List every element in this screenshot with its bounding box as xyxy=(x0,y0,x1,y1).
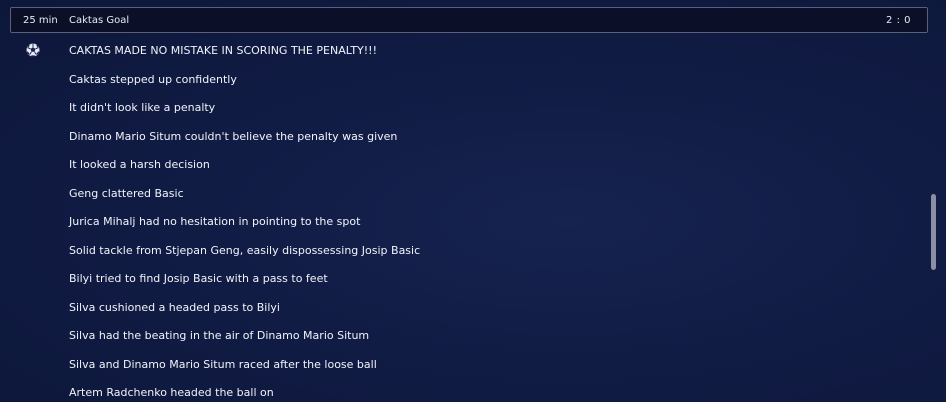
commentary-line: Geng clattered Basic xyxy=(69,186,184,200)
match-commentary-panel: 25 min Caktas Goal 2 : 0 CAKTAS MADE NO … xyxy=(0,0,946,402)
event-minute: 25 min xyxy=(23,15,58,26)
goal-event-header[interactable]: 25 min Caktas Goal 2 : 0 xyxy=(10,7,928,33)
commentary-line: CAKTAS MADE NO MISTAKE IN SCORING THE PE… xyxy=(69,44,377,57)
commentary-line: Artem Radchenko headed the ball on xyxy=(69,386,274,399)
commentary-line: Dinamo Mario Situm couldn't believe the … xyxy=(69,129,398,143)
commentary-line: Caktas stepped up confidently xyxy=(69,72,237,86)
commentary-line: Bilyi tried to find Josip Basic with a p… xyxy=(69,272,328,285)
event-score: 2 : 0 xyxy=(886,15,911,26)
commentary-line: Jurica Mihalj had no hesitation in point… xyxy=(69,215,361,228)
scrollbar-thumb[interactable] xyxy=(931,194,936,270)
commentary-line: It didn't look like a penalty xyxy=(69,101,216,114)
commentary-line: Silva and Dinamo Mario Situm raced after… xyxy=(69,357,377,371)
event-title: Caktas Goal xyxy=(69,15,130,26)
commentary-list: CAKTAS MADE NO MISTAKE IN SCORING THE PE… xyxy=(69,40,420,402)
commentary-line: Silva cushioned a headed pass to Bilyi xyxy=(69,300,280,314)
football-ball-icon xyxy=(26,43,40,57)
commentary-line: Silva had the beating in the air of Dina… xyxy=(69,329,370,342)
commentary-line: It looked a harsh decision xyxy=(69,158,210,171)
commentary-line: Solid tackle from Stjepan Geng, easily d… xyxy=(69,243,421,257)
